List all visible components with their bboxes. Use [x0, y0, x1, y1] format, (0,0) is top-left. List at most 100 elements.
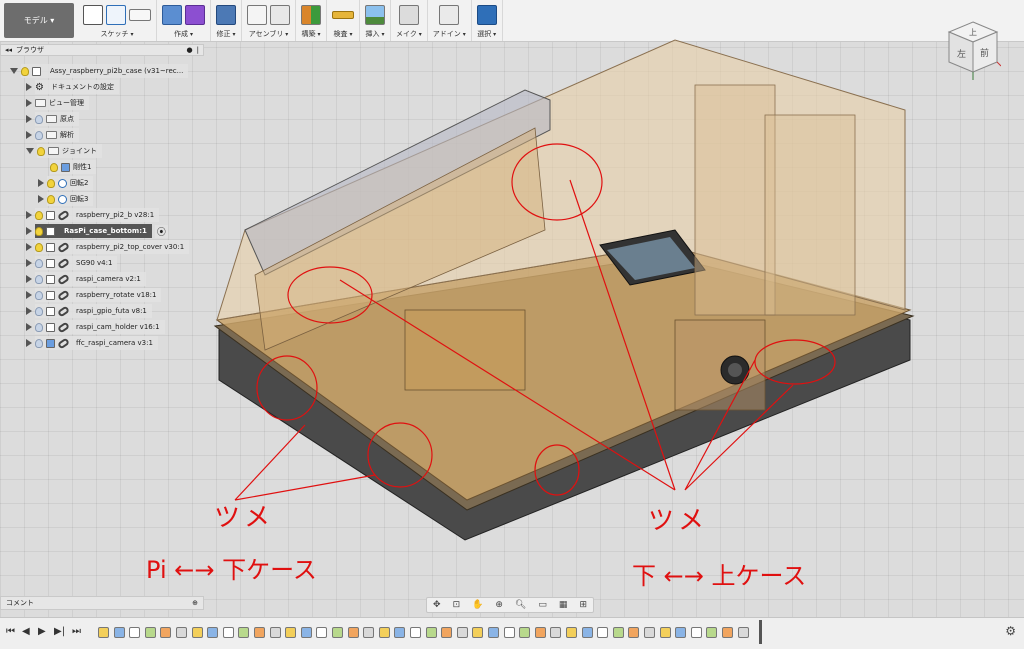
timeline-marker[interactable] [759, 620, 762, 644]
timeline-step[interactable] [316, 627, 328, 638]
grid-settings-icon[interactable]: ▦ [559, 600, 568, 610]
timeline-step[interactable] [332, 627, 343, 638]
line-icon[interactable] [106, 5, 126, 25]
timeline-step[interactable] [191, 627, 203, 638]
tree-item-analysis[interactable]: 解析 [26, 128, 79, 142]
expand-icon[interactable] [26, 148, 34, 154]
viewports-icon[interactable]: ⊞ [579, 600, 587, 610]
expand-icon[interactable] [26, 227, 32, 235]
expand-icon[interactable] [26, 115, 32, 123]
tree-item-origin[interactable]: 原点 [26, 112, 79, 126]
joint-icon[interactable] [270, 5, 290, 25]
timeline-step[interactable] [628, 627, 640, 638]
extrude-icon[interactable] [162, 5, 182, 25]
viewcube-top-label[interactable]: 上 [969, 28, 977, 37]
timeline-step[interactable] [644, 627, 655, 638]
visibility-bulb-icon[interactable] [35, 226, 43, 236]
press-pull-icon[interactable] [216, 5, 236, 25]
timeline-step[interactable] [472, 627, 484, 638]
timeline-step[interactable] [363, 627, 375, 638]
add-comment-icon[interactable]: ⊕ [192, 599, 198, 607]
look-at-icon[interactable]: ⊡ [453, 600, 461, 610]
browser-header[interactable]: ◂◂ ブラウザ ● | [0, 44, 204, 56]
expand-icon[interactable] [26, 259, 32, 267]
timeline-step[interactable] [207, 627, 219, 638]
select-icon[interactable] [476, 5, 497, 25]
visibility-bulb-icon[interactable] [35, 130, 43, 140]
visibility-bulb-icon[interactable] [21, 66, 29, 76]
timeline-step[interactable] [129, 627, 141, 638]
timeline-step[interactable] [612, 627, 624, 638]
timeline-step[interactable] [222, 627, 234, 638]
visibility-bulb-icon[interactable] [50, 162, 58, 172]
timeline-step[interactable] [394, 627, 406, 638]
viewcube[interactable]: 上 左 前 [945, 18, 1001, 80]
3d-print-icon[interactable] [398, 5, 419, 25]
model-viewport[interactable] [205, 30, 935, 560]
timeline-step[interactable] [597, 627, 609, 638]
timeline-step[interactable] [98, 627, 109, 638]
timeline-step[interactable] [113, 627, 125, 638]
last-step-icon[interactable]: ⏭ [72, 626, 81, 637]
toolbar-group-sketch[interactable]: スケッチ [78, 0, 157, 41]
tree-item-component[interactable]: raspberry_pi2_top_cover v30:1 [26, 240, 190, 254]
expand-icon[interactable] [26, 339, 32, 347]
measure-icon[interactable] [332, 11, 354, 19]
timeline-step[interactable] [581, 627, 593, 638]
tree-item-revolute3[interactable]: 回転3 [38, 192, 94, 206]
timeline-step[interactable] [238, 627, 250, 638]
next-step-icon[interactable]: ▶| [54, 626, 65, 637]
expand-icon[interactable] [26, 83, 32, 91]
timeline-step[interactable] [254, 627, 265, 638]
zoom-window-icon[interactable]: 🔍︎ [515, 600, 526, 610]
form-icon[interactable] [185, 5, 205, 25]
timeline-step[interactable] [737, 627, 749, 638]
tree-item-revolute2[interactable]: 回転2 [38, 176, 94, 190]
collapse-icon[interactable]: ◂◂ [5, 46, 12, 54]
visibility-bulb-icon[interactable] [35, 114, 43, 124]
timeline-step[interactable] [706, 627, 718, 638]
timeline-step[interactable] [722, 627, 733, 638]
timeline-step[interactable] [269, 627, 281, 638]
tree-item-component[interactable]: raspi_cam_holder v16:1 [26, 320, 165, 334]
timeline-step[interactable] [534, 627, 546, 638]
expand-icon[interactable] [26, 307, 32, 315]
visibility-bulb-icon[interactable] [35, 274, 43, 284]
visibility-bulb-icon[interactable] [35, 258, 43, 268]
tree-item-document-settings[interactable]: ⚙ ドキュメントの設定 [26, 80, 119, 94]
tree-item-component[interactable]: raspi_gpio_futa v8:1 [26, 304, 152, 318]
timeline-step[interactable] [378, 627, 390, 638]
viewcube-left-label[interactable]: 左 [957, 48, 966, 60]
workspace-switcher[interactable]: モデル ▾ [4, 3, 74, 38]
timeline-step[interactable] [488, 627, 499, 638]
visibility-bulb-icon[interactable] [35, 338, 43, 348]
tree-item-component[interactable]: raspberry_rotate v18:1 [26, 288, 162, 302]
timeline-step[interactable] [456, 627, 468, 638]
timeline-step[interactable] [659, 627, 671, 638]
offset-plane-icon[interactable] [301, 5, 321, 25]
sketch-menu-label[interactable]: スケッチ [101, 29, 134, 39]
tree-item-named-views[interactable]: ビュー管理 [26, 96, 89, 110]
timeline-step[interactable] [410, 627, 421, 638]
visibility-bulb-icon[interactable] [47, 178, 55, 188]
timeline-step[interactable] [285, 627, 297, 638]
expand-icon[interactable] [38, 179, 44, 187]
timeline-step[interactable] [690, 627, 702, 638]
tree-item-component[interactable]: SG90 v4:1 [26, 256, 118, 270]
visibility-bulb-icon[interactable] [35, 290, 43, 300]
new-component-icon[interactable] [247, 5, 267, 25]
rectangle-icon[interactable] [129, 9, 151, 21]
tree-item-component[interactable]: raspberry_pi2_b v28:1 [26, 208, 160, 222]
visibility-bulb-icon[interactable] [35, 210, 43, 220]
timeline-step[interactable] [519, 627, 531, 638]
timeline-step[interactable] [675, 627, 687, 638]
display-settings-icon[interactable]: ▭ [538, 600, 547, 610]
insert-image-icon[interactable] [365, 5, 385, 25]
browser-options-icon[interactable]: ● [187, 46, 193, 54]
tree-item-joints[interactable]: ジョイント [26, 144, 102, 158]
expand-icon[interactable] [26, 275, 32, 283]
visibility-bulb-icon[interactable] [37, 146, 45, 156]
timeline-step[interactable] [160, 627, 172, 638]
expand-icon[interactable] [10, 68, 18, 74]
timeline-step[interactable] [300, 627, 312, 638]
